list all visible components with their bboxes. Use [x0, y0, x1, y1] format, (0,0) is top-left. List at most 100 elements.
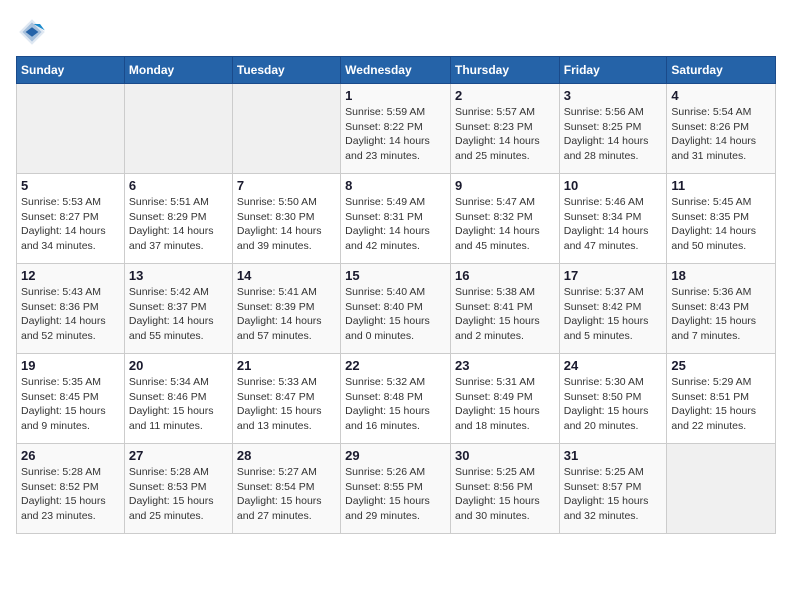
weekday-thursday: Thursday [450, 57, 559, 84]
day-number: 10 [564, 178, 663, 193]
day-number: 25 [671, 358, 771, 373]
calendar-week-0: 1 Sunrise: 5:59 AM Sunset: 8:22 PM Daylig… [17, 84, 776, 174]
day-info: Sunrise: 5:32 AM Sunset: 8:48 PM Dayligh… [345, 375, 446, 434]
day-info: Sunrise: 5:50 AM Sunset: 8:30 PM Dayligh… [237, 195, 336, 254]
day-number: 20 [129, 358, 228, 373]
calendar-cell: 14 Sunrise: 5:41 AM Sunset: 8:39 PM Dayli… [232, 264, 340, 354]
calendar-cell: 6 Sunrise: 5:51 AM Sunset: 8:29 PM Daylig… [124, 174, 232, 264]
day-number: 26 [21, 448, 120, 463]
weekday-monday: Monday [124, 57, 232, 84]
calendar-cell: 30Sunrise: 5:25 AM Sunset: 8:56 PM Dayli… [450, 444, 559, 534]
day-info: Sunrise: 5:36 AM Sunset: 8:43 PM Dayligh… [671, 285, 771, 344]
day-info: Sunrise: 5:26 AM Sunset: 8:55 PM Dayligh… [345, 465, 446, 524]
day-number: 31 [564, 448, 663, 463]
calendar-cell: 23 Sunrise: 5:31 AM Sunset: 8:49 PM Dayli… [450, 354, 559, 444]
day-info: Sunrise: 5:51 AM Sunset: 8:29 PM Dayligh… [129, 195, 228, 254]
calendar-cell: 29 Sunrise: 5:26 AM Sunset: 8:55 PM Dayli… [341, 444, 451, 534]
calendar-cell: 24 Sunrise: 5:30 AM Sunset: 8:50 PM Dayli… [559, 354, 667, 444]
day-number: 7 [237, 178, 336, 193]
day-info: Sunrise: 5:41 AM Sunset: 8:39 PM Dayligh… [237, 285, 336, 344]
calendar-cell: 20 Sunrise: 5:34 AM Sunset: 8:46 PM Dayli… [124, 354, 232, 444]
calendar-week-3: 19Sunrise: 5:35 AM Sunset: 8:45 PM Dayli… [17, 354, 776, 444]
day-number: 24 [564, 358, 663, 373]
day-number: 15 [345, 268, 446, 283]
weekday-header-row: SundayMondayTuesdayWednesdayThursdayFrid… [17, 57, 776, 84]
calendar-cell: 21 Sunrise: 5:33 AM Sunset: 8:47 PM Dayli… [232, 354, 340, 444]
day-number: 13 [129, 268, 228, 283]
day-number: 6 [129, 178, 228, 193]
day-number: 27 [129, 448, 228, 463]
calendar-week-1: 5Sunrise: 5:53 AM Sunset: 8:27 PM Daylig… [17, 174, 776, 264]
day-number: 8 [345, 178, 446, 193]
calendar-week-2: 12Sunrise: 5:43 AM Sunset: 8:36 PM Dayli… [17, 264, 776, 354]
calendar-cell: 22 Sunrise: 5:32 AM Sunset: 8:48 PM Dayli… [341, 354, 451, 444]
calendar-cell [667, 444, 776, 534]
calendar-cell: 26 Sunrise: 5:28 AM Sunset: 8:52 PM Dayli… [17, 444, 125, 534]
calendar-cell: 4 Sunrise: 5:54 AM Sunset: 8:26 PM Daylig… [667, 84, 776, 174]
weekday-saturday: Saturday [667, 57, 776, 84]
day-number: 17 [564, 268, 663, 283]
day-info: Sunrise: 5:30 AM Sunset: 8:50 PM Dayligh… [564, 375, 663, 434]
calendar-cell: 8 Sunrise: 5:49 AM Sunset: 8:31 PM Daylig… [341, 174, 451, 264]
calendar-cell: 11 Sunrise: 5:45 AM Sunset: 8:35 PM Dayli… [667, 174, 776, 264]
weekday-wednesday: Wednesday [341, 57, 451, 84]
weekday-sunday: Sunday [17, 57, 125, 84]
day-info: Sunrise: 5:38 AM Sunset: 8:41 PM Dayligh… [455, 285, 555, 344]
day-info: Sunrise: 5:42 AM Sunset: 8:37 PM Dayligh… [129, 285, 228, 344]
day-info: Sunrise: 5:40 AM Sunset: 8:40 PM Dayligh… [345, 285, 446, 344]
day-number: 23 [455, 358, 555, 373]
calendar-cell: 17 Sunrise: 5:37 AM Sunset: 8:42 PM Dayli… [559, 264, 667, 354]
day-info: Sunrise: 5:37 AM Sunset: 8:42 PM Dayligh… [564, 285, 663, 344]
day-info: Sunrise: 5:25 AM Sunset: 8:56 PM Dayligh… [455, 465, 555, 524]
calendar-cell: 27Sunrise: 5:28 AM Sunset: 8:53 PM Dayli… [124, 444, 232, 534]
calendar-week-4: 26 Sunrise: 5:28 AM Sunset: 8:52 PM Dayli… [17, 444, 776, 534]
day-number: 16 [455, 268, 555, 283]
calendar-cell: 13 Sunrise: 5:42 AM Sunset: 8:37 PM Dayli… [124, 264, 232, 354]
day-number: 11 [671, 178, 771, 193]
day-info: Sunrise: 5:56 AM Sunset: 8:25 PM Dayligh… [564, 105, 663, 164]
day-info: Sunrise: 5:59 AM Sunset: 8:22 PM Dayligh… [345, 105, 446, 164]
calendar-cell: 15 Sunrise: 5:40 AM Sunset: 8:40 PM Dayli… [341, 264, 451, 354]
calendar-cell: 28 Sunrise: 5:27 AM Sunset: 8:54 PM Dayli… [232, 444, 340, 534]
day-info: Sunrise: 5:49 AM Sunset: 8:31 PM Dayligh… [345, 195, 446, 254]
weekday-tuesday: Tuesday [232, 57, 340, 84]
day-info: Sunrise: 5:25 AM Sunset: 8:57 PM Dayligh… [564, 465, 663, 524]
calendar-cell: 18Sunrise: 5:36 AM Sunset: 8:43 PM Dayli… [667, 264, 776, 354]
day-number: 4 [671, 88, 771, 103]
page-header [16, 16, 776, 48]
calendar-cell [124, 84, 232, 174]
calendar-cell: 10 Sunrise: 5:46 AM Sunset: 8:34 PM Dayli… [559, 174, 667, 264]
calendar-cell: 3 Sunrise: 5:56 AM Sunset: 8:25 PM Daylig… [559, 84, 667, 174]
day-info: Sunrise: 5:46 AM Sunset: 8:34 PM Dayligh… [564, 195, 663, 254]
calendar-table: SundayMondayTuesdayWednesdayThursdayFrid… [16, 56, 776, 534]
day-info: Sunrise: 5:45 AM Sunset: 8:35 PM Dayligh… [671, 195, 771, 254]
day-info: Sunrise: 5:27 AM Sunset: 8:54 PM Dayligh… [237, 465, 336, 524]
day-number: 14 [237, 268, 336, 283]
day-number: 1 [345, 88, 446, 103]
day-number: 21 [237, 358, 336, 373]
day-info: Sunrise: 5:57 AM Sunset: 8:23 PM Dayligh… [455, 105, 555, 164]
day-info: Sunrise: 5:31 AM Sunset: 8:49 PM Dayligh… [455, 375, 555, 434]
calendar-body: 1 Sunrise: 5:59 AM Sunset: 8:22 PM Daylig… [17, 84, 776, 534]
day-number: 9 [455, 178, 555, 193]
calendar-cell: 9Sunrise: 5:47 AM Sunset: 8:32 PM Daylig… [450, 174, 559, 264]
day-number: 28 [237, 448, 336, 463]
day-info: Sunrise: 5:34 AM Sunset: 8:46 PM Dayligh… [129, 375, 228, 434]
day-number: 29 [345, 448, 446, 463]
calendar-cell: 5Sunrise: 5:53 AM Sunset: 8:27 PM Daylig… [17, 174, 125, 264]
day-number: 22 [345, 358, 446, 373]
day-info: Sunrise: 5:54 AM Sunset: 8:26 PM Dayligh… [671, 105, 771, 164]
calendar-cell: 7 Sunrise: 5:50 AM Sunset: 8:30 PM Daylig… [232, 174, 340, 264]
calendar-cell: 2Sunrise: 5:57 AM Sunset: 8:23 PM Daylig… [450, 84, 559, 174]
day-info: Sunrise: 5:29 AM Sunset: 8:51 PM Dayligh… [671, 375, 771, 434]
day-number: 3 [564, 88, 663, 103]
day-number: 12 [21, 268, 120, 283]
calendar-cell [17, 84, 125, 174]
day-info: Sunrise: 5:35 AM Sunset: 8:45 PM Dayligh… [21, 375, 120, 434]
day-info: Sunrise: 5:33 AM Sunset: 8:47 PM Dayligh… [237, 375, 336, 434]
logo-icon [16, 16, 48, 48]
calendar-cell: 19Sunrise: 5:35 AM Sunset: 8:45 PM Dayli… [17, 354, 125, 444]
weekday-friday: Friday [559, 57, 667, 84]
day-info: Sunrise: 5:53 AM Sunset: 8:27 PM Dayligh… [21, 195, 120, 254]
day-info: Sunrise: 5:28 AM Sunset: 8:52 PM Dayligh… [21, 465, 120, 524]
